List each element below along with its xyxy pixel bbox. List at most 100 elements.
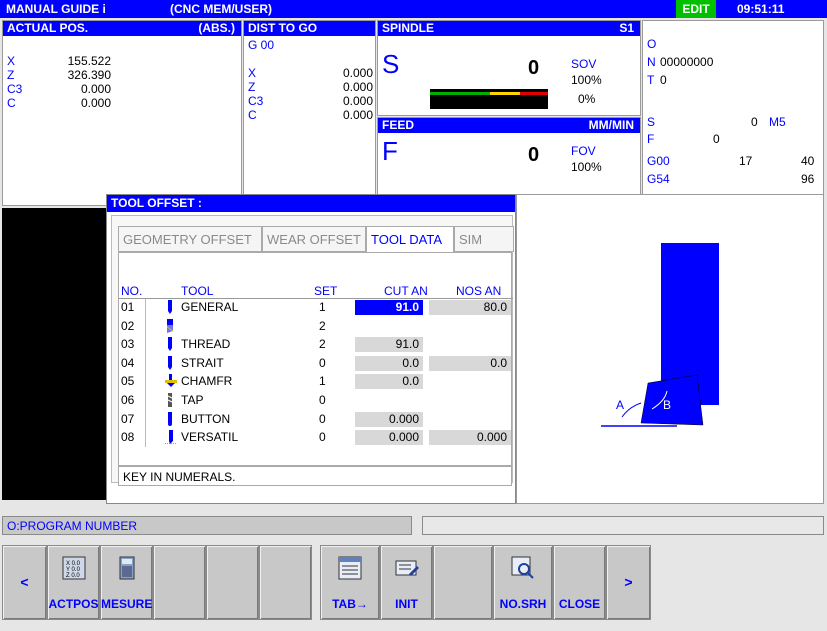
cut-angle-cell-selected[interactable]: 91.0 <box>355 300 423 315</box>
tool-insert <box>640 374 704 426</box>
softkey-init[interactable]: INIT <box>380 545 433 620</box>
row-tool-name: BUTTON <box>181 411 231 426</box>
table-row[interactable]: 08 VERSATIL 0 0.000 0.000 <box>119 430 511 447</box>
ap-axis-label: C3 <box>7 82 23 96</box>
dg-axis-value: 0.000 <box>342 108 373 122</box>
feed-title: FEED <box>382 118 415 132</box>
chevron-left-icon: < <box>20 574 29 590</box>
softkey-blank[interactable] <box>433 545 493 620</box>
row-set: 0 <box>319 411 326 426</box>
app-title: MANUAL GUIDE i <box>6 2 106 16</box>
row-set: 1 <box>319 374 326 389</box>
s-value: 0 <box>751 115 758 129</box>
fov-value: 100% <box>571 160 602 174</box>
softkey-tab[interactable]: TAB→ <box>320 545 380 620</box>
spindle-header: SPINDLE S1 <box>378 21 640 36</box>
header-divider <box>119 298 513 299</box>
table-row[interactable]: 07 BUTTON 0 0.000 <box>119 411 511 429</box>
dist-to-go-panel: DIST TO GO G 00 X 0.000 Z 0.000 C3 0.000 C 0.00… <box>243 20 376 206</box>
svg-text:Z 0.0: Z 0.0 <box>66 573 80 579</box>
title-bar: MANUAL GUIDE i (CNC MEM/USER) EDIT 09:51… <box>0 0 827 18</box>
spindle-speed: 0 <box>528 57 540 79</box>
softkey-next[interactable]: > <box>606 545 651 620</box>
tool-diagram: A B <box>601 243 719 427</box>
spindle-load-meter <box>430 89 548 109</box>
tab-tool-data[interactable]: TOOL DATA <box>366 226 454 252</box>
chamfer-tool-icon <box>165 374 177 391</box>
tab-sim-data[interactable]: SIM DAT <box>454 226 514 252</box>
softkey-close[interactable]: CLOSE <box>553 545 606 620</box>
button-tool-icon <box>165 411 177 429</box>
cut-angle-cell[interactable]: 0.0 <box>355 355 423 371</box>
row-no: 02 <box>121 318 135 333</box>
thread-tool-icon <box>165 337 177 354</box>
ap-axis-label: X <box>7 54 16 68</box>
g-code-1: G00 <box>647 154 670 168</box>
g-code-1b: 40 <box>801 154 815 168</box>
dist-to-go-title: DIST TO GO <box>248 21 318 35</box>
table-row[interactable]: 04 STRAIT 0 0.0 0.0 <box>119 355 511 371</box>
ap-axis-value: 155.522 <box>67 54 111 68</box>
table-row[interactable]: 02 2 <box>119 318 511 333</box>
actual-pos-mode: (ABS.) <box>198 21 235 35</box>
tab-geometry-offset[interactable]: GEOMETRY OFFSET <box>118 226 262 252</box>
nose-angle-cell[interactable]: 0.0 <box>429 355 511 371</box>
softkey-label: INIT <box>395 597 418 611</box>
cut-angle-cell[interactable]: 0.0 <box>355 374 423 390</box>
ap-axis-value: 326.390 <box>67 68 111 82</box>
message-text: KEY IN NUMERALS. <box>123 470 236 484</box>
table-row[interactable]: 06 TAP 0 <box>119 393 511 407</box>
table-row[interactable]: 01 GENERAL 1 91.0 80.0 <box>119 300 511 315</box>
dg-axis-label: X <box>248 66 257 80</box>
row-no: 01 <box>121 300 135 314</box>
m-code: M5 <box>769 115 786 129</box>
feed-value: 0 <box>528 144 540 166</box>
row-tool-name: TAP <box>181 393 204 407</box>
n-value: 00000000 <box>660 55 714 69</box>
cut-angle-cell[interactable]: 0.000 <box>355 430 423 446</box>
row-tool-name: THREAD <box>181 337 231 352</box>
softkey-label: TAB→ <box>332 597 368 611</box>
row-set: 2 <box>319 337 326 352</box>
row-no: 07 <box>121 411 135 426</box>
softkey-blank[interactable] <box>206 545 259 620</box>
row-set: 2 <box>319 318 326 333</box>
softkey-label: NO.SRH <box>499 597 547 611</box>
feed-panel: FEED MM/MIN F 0 FOV 100% <box>377 117 641 206</box>
mode-path: (CNC MEM/USER) <box>170 2 272 16</box>
dg-axis-value: 0.000 <box>342 80 373 94</box>
nose-angle-cell[interactable]: 0.000 <box>429 430 511 446</box>
spindle-id: S1 <box>619 21 634 35</box>
tab-wear-offset[interactable]: WEAR OFFSET <box>262 226 366 252</box>
fov-label: FOV <box>571 144 596 158</box>
table-row[interactable]: 05 CHAMFR 1 0.0 <box>119 374 511 391</box>
softkey-mesure[interactable]: MESURE <box>100 545 153 620</box>
softkey-actpos[interactable]: X 0.0 Y 0.0 Z 0.0 ACTPOS <box>47 545 100 620</box>
nose-angle-cell[interactable]: 80.0 <box>429 300 511 315</box>
cut-angle-cell[interactable]: 91.0 <box>355 337 423 353</box>
cut-angle-cell[interactable]: 0.000 <box>355 411 423 427</box>
dg-axis-value: 0.000 <box>342 66 373 80</box>
g-code-2b: 96 <box>801 172 815 186</box>
softkey-blank[interactable] <box>259 545 312 620</box>
dg-axis-label: C3 <box>248 94 264 108</box>
input-bar[interactable] <box>422 516 824 535</box>
row-no: 04 <box>121 355 135 370</box>
table-row[interactable]: 03 THREAD 2 91.0 <box>119 337 511 354</box>
angle-a-label: A <box>616 398 624 412</box>
table-header-row: NO. TOOL SET CUT AN NOS AN <box>119 284 513 298</box>
angle-a-arc <box>621 402 642 418</box>
clock: 09:51:11 <box>737 2 785 16</box>
sov-label: SOV <box>571 57 597 71</box>
g-code-1a: 17 <box>739 154 753 168</box>
softkey-nosrh[interactable]: NO.SRH <box>493 545 553 620</box>
softkey-blank[interactable] <box>153 545 206 620</box>
tool-offset-dialog: TOOL OFFSET : GEOMETRY OFFSET WEAR OFFSE… <box>106 194 516 504</box>
dist-to-go-header: DIST TO GO <box>244 21 375 36</box>
versatile-tool-icon <box>165 430 177 447</box>
row-set: 0 <box>319 355 326 370</box>
modal-info-panel: O N 00000000 T 0 S 0 M5 F 0 G00 17 40 G5… <box>642 20 824 206</box>
softkey-prev[interactable]: < <box>2 545 47 620</box>
ap-axis-label: Z <box>7 68 15 82</box>
status-bar: O:PROGRAM NUMBER <box>2 516 412 535</box>
